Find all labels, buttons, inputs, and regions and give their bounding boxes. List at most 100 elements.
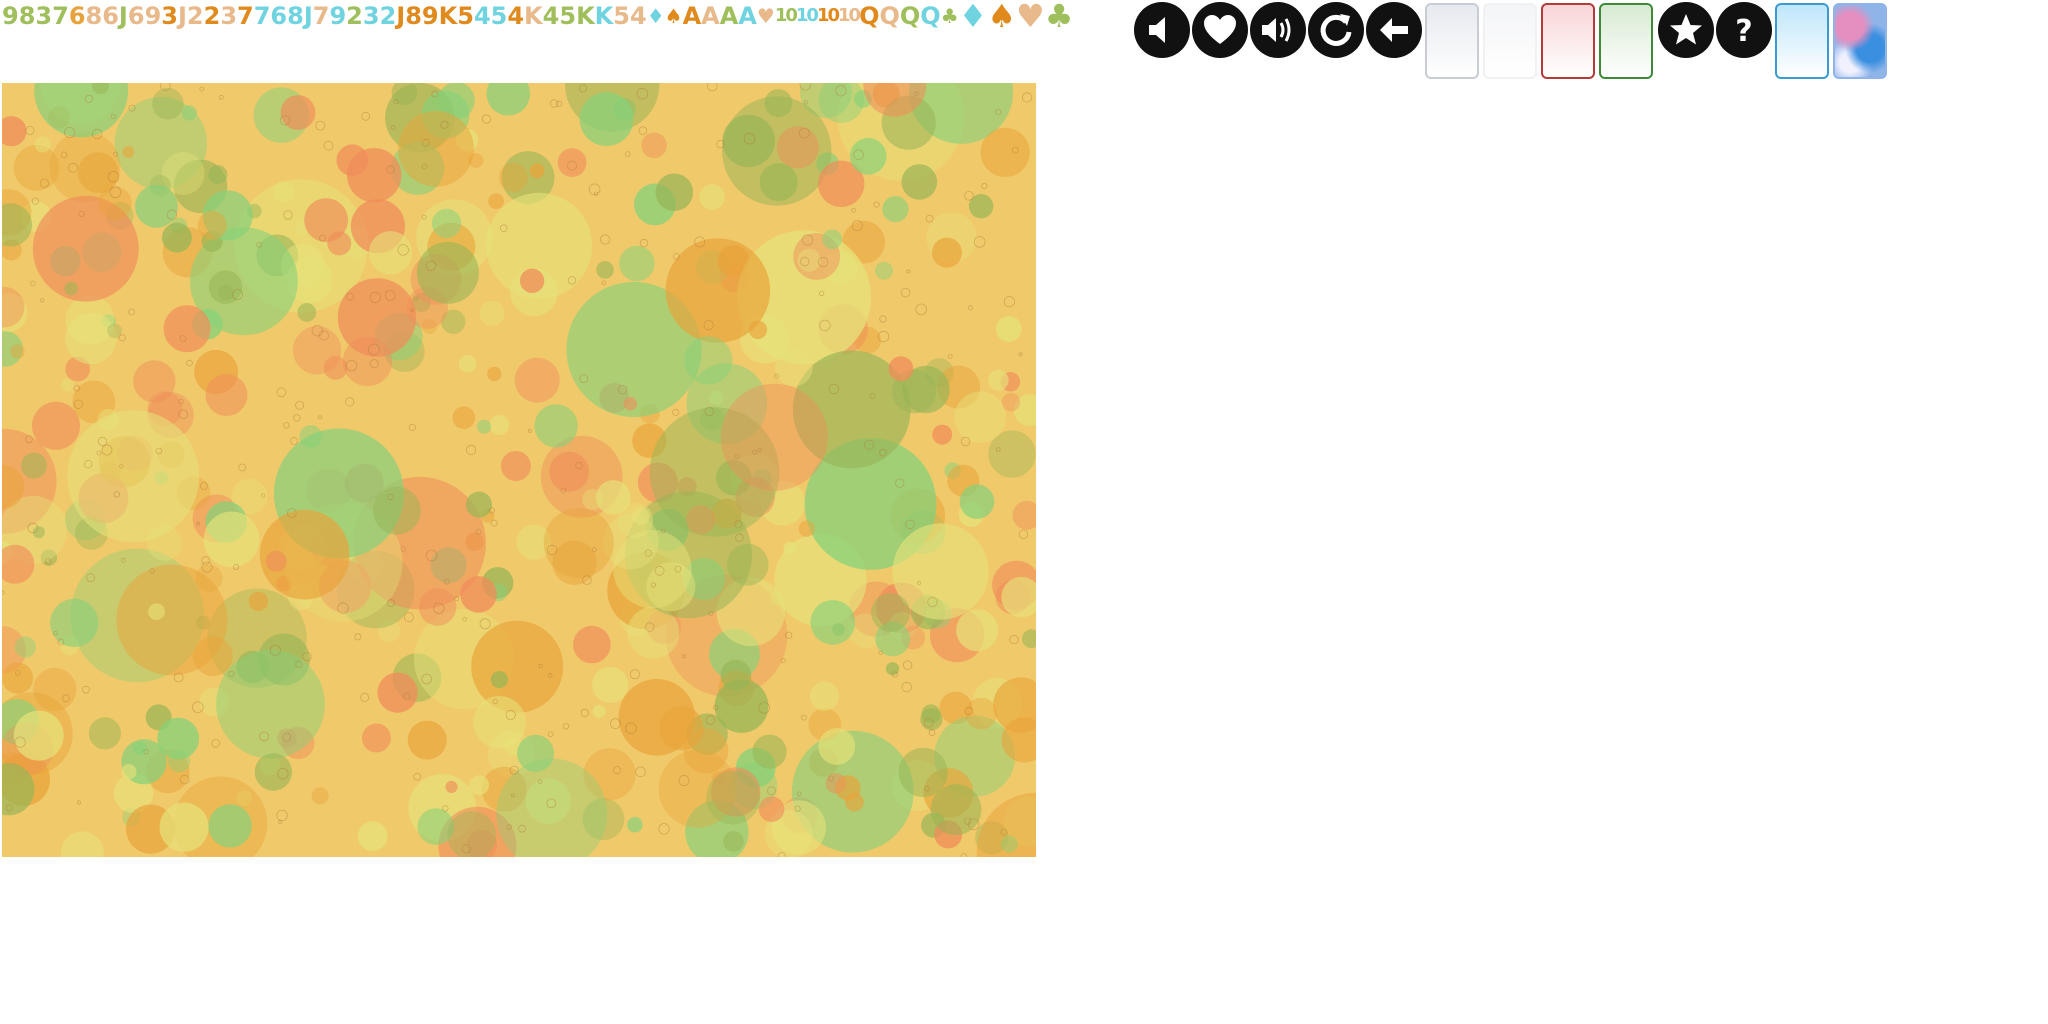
paint-splash: [623, 396, 638, 411]
card-green[interactable]: [1599, 3, 1653, 79]
paint-splash: [776, 126, 819, 169]
paint-splash: [163, 305, 211, 353]
paint-splash: [122, 146, 135, 158]
paint-splash: [479, 300, 505, 326]
game-table-background[interactable]: [2, 83, 1036, 857]
rank-glyph: 10: [795, 5, 819, 26]
paint-splash: [347, 148, 402, 203]
spade-icon: ♠: [987, 0, 1016, 35]
paint-splash: [549, 451, 590, 492]
paint-splash: [88, 717, 121, 750]
paint-splash: [489, 414, 510, 435]
paint-splash: [618, 679, 696, 756]
paint-splash: [774, 348, 813, 387]
paint-splash: [810, 600, 856, 645]
club-icon: ♣: [940, 4, 959, 28]
paint-splash: [722, 114, 775, 168]
paint-splash: [361, 723, 391, 753]
rank-glyph: 5: [613, 2, 630, 30]
paint-splash: [148, 603, 165, 620]
paint-splash: [368, 231, 413, 275]
paint-splash: [818, 728, 856, 765]
paint-splash: [471, 620, 564, 713]
paint-splash: [98, 186, 132, 220]
rank-glyph: 4: [473, 2, 491, 30]
paint-splash: [921, 704, 941, 724]
rank-glyph: K: [594, 2, 614, 30]
rank-glyph: 10: [774, 5, 798, 26]
paint-splash: [752, 734, 787, 769]
paint-splash: [458, 354, 477, 373]
paint-splash: [162, 222, 192, 253]
paint-splash: [197, 210, 227, 240]
heart-icon: [1204, 15, 1236, 44]
paint-splash: [248, 591, 269, 612]
paint-splash: [882, 196, 909, 223]
paint-splash: [686, 505, 716, 535]
paint-splash: [159, 802, 209, 852]
paint-splash: [50, 598, 99, 648]
rank-glyph: K: [524, 2, 543, 30]
paint-splash: [875, 261, 893, 280]
rank-glyph: 6: [68, 2, 86, 30]
paint-splash: [357, 821, 388, 852]
card-white[interactable]: [1483, 3, 1537, 79]
paint-splash: [954, 391, 1006, 444]
rank-glyph: 8: [405, 2, 422, 30]
paint-splash: [377, 672, 418, 713]
rank-glyph: 6: [270, 2, 288, 30]
paint-splash: [726, 543, 769, 586]
paint-splash: [498, 162, 528, 192]
favorite-button[interactable]: [1192, 2, 1248, 58]
help-button[interactable]: ?: [1716, 2, 1772, 58]
rank-glyph: 6: [127, 2, 145, 30]
paint-splash: [208, 165, 228, 185]
paint-splash: [466, 491, 492, 518]
card-red[interactable]: [1541, 3, 1595, 79]
paint-splash: [995, 316, 1022, 342]
paint-splash: [121, 764, 137, 780]
paint-splash: [809, 681, 840, 711]
restart-button[interactable]: [1308, 2, 1364, 58]
paint-splash: [980, 127, 1030, 177]
rank-glyph: 2: [346, 2, 363, 30]
paint-splash: [203, 511, 260, 568]
card-blue[interactable]: [1775, 3, 1829, 79]
paint-splash: [798, 520, 815, 537]
paint-splash: [10, 344, 25, 359]
paint-splash: [822, 229, 843, 250]
paint-splash: [956, 609, 999, 652]
paint-splash: [871, 593, 911, 633]
paint-splash: [216, 649, 325, 759]
sound-off-icon: [1149, 17, 1165, 43]
rank-glyph: Q: [879, 2, 900, 30]
paint-splash: [299, 425, 323, 448]
paint-splash: [720, 383, 828, 491]
paint-splash: [514, 357, 560, 403]
heart-icon: ♥: [1016, 0, 1045, 35]
rank-glyph: 3: [161, 2, 178, 30]
rank-glyph: 4: [542, 2, 560, 30]
paint-splash: [592, 666, 629, 703]
rank-glyph: A: [719, 2, 739, 30]
back-arrow-icon: [1380, 18, 1408, 42]
rank-glyph: 7: [312, 2, 330, 30]
paint-splash: [135, 185, 178, 228]
paint-splash: [14, 636, 37, 658]
paint-splash: [116, 564, 228, 676]
paint-splash: [529, 163, 545, 179]
achievements-button[interactable]: [1658, 2, 1714, 58]
rank-glyph: 7: [253, 2, 271, 30]
sound-on-button[interactable]: [1250, 2, 1306, 58]
card-gray[interactable]: [1425, 3, 1479, 79]
paint-splash: [655, 173, 694, 212]
paint-splash: [152, 87, 184, 120]
star-icon: [1670, 14, 1702, 45]
paint-splash: [519, 268, 545, 293]
sound-off-button[interactable]: [1134, 2, 1190, 58]
back-button[interactable]: [1366, 2, 1422, 58]
card-back-pattern[interactable]: [1833, 3, 1887, 79]
rank-glyph: 7: [52, 2, 69, 30]
paint-splash: [684, 336, 733, 385]
paint-splash: [557, 148, 587, 177]
